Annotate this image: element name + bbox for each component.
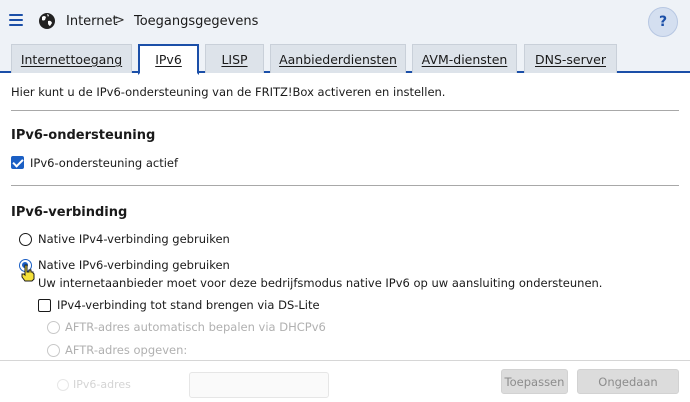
ipv6-address-label: IPv6-adres [73, 378, 131, 391]
aftr-auto-label: AFTR-adres automatisch bepalen via DHCPv… [65, 320, 326, 334]
ipv6-support-label[interactable]: IPv6-ondersteuning actief [30, 156, 178, 170]
top-header: Internet > Toegangsgegevens ? [0, 0, 690, 44]
tab-ipv6[interactable]: IPv6 [138, 44, 199, 75]
section-divider [11, 185, 679, 186]
breadcrumb-separator: > [114, 13, 125, 28]
native-ipv4-label[interactable]: Native IPv4-verbinding gebruiken [38, 232, 230, 246]
tab-internettoegang[interactable]: Internettoegang [11, 44, 132, 73]
aftr-manual-label: AFTR-adres opgeven: [65, 343, 188, 357]
apply-button[interactable]: Toepassen [501, 369, 568, 394]
ds-lite-checkbox[interactable] [38, 299, 51, 312]
hand-cursor-icon [21, 264, 35, 282]
ipv6-address-input [189, 372, 329, 398]
breadcrumb-internet[interactable]: Internet [66, 14, 118, 29]
tab-dns-server[interactable]: DNS-server [524, 44, 617, 73]
aftr-manual-radio [47, 344, 60, 357]
ipv6-support-checkbox[interactable] [11, 156, 24, 169]
help-button[interactable]: ? [648, 7, 678, 37]
tab-bar: Internettoegang IPv6 LISP Aanbiederdiens… [0, 44, 690, 75]
ipv6-address-radio [57, 379, 69, 391]
section-title-ipv6-support: IPv6-ondersteuning [11, 128, 156, 143]
section-title-ipv6-connection: IPv6-verbinding [11, 205, 128, 220]
ds-lite-label[interactable]: IPv4-verbinding tot stand brengen via DS… [57, 298, 320, 312]
tab-aanbiederdiensten[interactable]: Aanbiederdiensten [270, 44, 406, 73]
intro-text: Hier kunt u de IPv6-ondersteuning van de… [11, 85, 446, 99]
breadcrumb-toegangsgegevens: Toegangsgegevens [134, 14, 259, 29]
tab-lisp[interactable]: LISP [205, 44, 264, 73]
native-ipv6-note: Uw internetaanbieder moet voor deze bedr… [38, 276, 603, 290]
aftr-auto-radio [47, 321, 60, 334]
globe-icon [39, 13, 55, 29]
native-ipv4-radio[interactable] [19, 233, 32, 246]
hamburger-menu-icon[interactable] [9, 13, 23, 27]
undo-button[interactable]: Ongedaan maken [577, 369, 679, 402]
section-divider [11, 110, 679, 111]
tab-avm-diensten[interactable]: AVM-diensten [412, 44, 517, 73]
native-ipv6-label[interactable]: Native IPv6-verbinding gebruiken [38, 258, 230, 272]
